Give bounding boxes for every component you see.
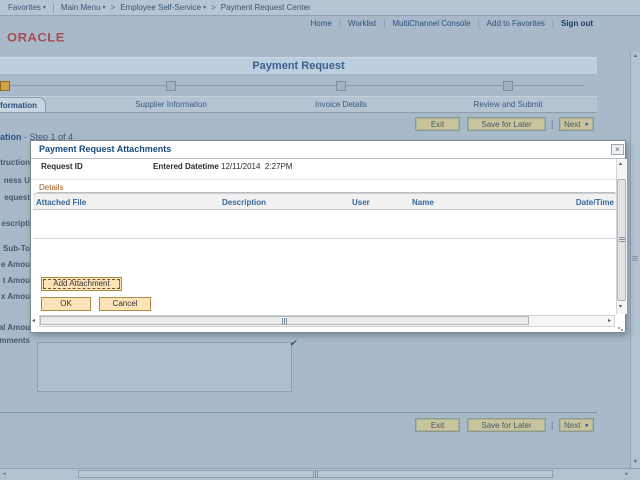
worklist-link[interactable]: Worklist	[348, 19, 376, 28]
header-links: Home | Worklist | MultiChannel Console |…	[311, 19, 593, 28]
next-arrow-icon: ▸	[585, 118, 589, 131]
bg-label-instructions: struction	[0, 158, 30, 167]
button-separator: |	[551, 119, 553, 129]
breadcrumb-separator: >	[211, 3, 216, 12]
step-indicator-1	[0, 81, 10, 91]
chevron-down-icon: ▾	[203, 5, 206, 11]
scrollbar-grip	[632, 256, 638, 257]
scrollbar-grip	[313, 471, 314, 478]
spell-check-icon[interactable]: ✔	[289, 338, 298, 349]
tab-information[interactable]: Information	[0, 97, 46, 112]
breadcrumb-separator: >	[111, 3, 116, 12]
sign-out-link[interactable]: Sign out	[561, 19, 593, 28]
next-label: Next	[564, 419, 580, 432]
exit-button-bottom[interactable]: Exit	[415, 418, 460, 432]
column-name: Name	[412, 198, 434, 207]
dialog-vertical-scroll-thumb[interactable]	[617, 179, 626, 301]
page-vertical-scrollbar[interactable]: ▲ ▼	[630, 52, 640, 468]
main-menu-label: Main Menu	[61, 3, 101, 12]
scroll-left-icon[interactable]: ◂	[32, 318, 35, 324]
chevron-down-icon: ▾	[103, 5, 106, 11]
employee-self-service-label: Employee Self-Service	[120, 3, 201, 12]
scroll-down-icon[interactable]: ▾	[619, 304, 622, 310]
page-title: Payment Request	[0, 57, 597, 75]
tab-invoice-details[interactable]: Invoice Details	[315, 100, 367, 109]
scrollbar-grip	[282, 318, 283, 325]
page-horizontal-scroll-thumb[interactable]	[78, 470, 553, 478]
close-icon[interactable]: ×	[611, 144, 624, 155]
add-attachment-button[interactable]: Add Attachment	[41, 277, 122, 291]
breadcrumb-payment-request-center[interactable]: Payment Request Center	[221, 3, 311, 12]
next-label: Next	[564, 118, 580, 131]
add-to-favorites-link[interactable]: Add to Favorites	[487, 19, 545, 28]
tab-review-and-submit[interactable]: Review and Submit	[474, 100, 543, 109]
step-heading-title: ation	[0, 132, 22, 142]
scroll-left-icon[interactable]: ◂	[3, 472, 6, 477]
bg-label-amount-2: t Amou	[3, 276, 30, 285]
next-button[interactable]: Next ▸	[559, 117, 594, 131]
grid-row-divider	[33, 238, 618, 239]
link-separator: |	[383, 19, 385, 28]
scroll-up-icon[interactable]: ▲	[633, 54, 638, 59]
button-separator: |	[551, 420, 553, 430]
dialog-title: Payment Request Attachments	[39, 144, 171, 154]
link-separator: |	[478, 19, 480, 28]
bg-label-business-unit: ness U	[4, 176, 30, 185]
bg-label-comments: omments	[0, 336, 30, 345]
comments-textarea[interactable]	[37, 342, 292, 392]
chevron-down-icon: ▾	[43, 5, 46, 11]
step-indicator-4	[503, 81, 513, 91]
step-progress-line	[0, 85, 585, 86]
attachments-grid-header: Attached File Description User Name Date…	[33, 193, 618, 210]
dialog-title-divider	[31, 158, 625, 159]
scroll-up-icon[interactable]: ▴	[619, 161, 622, 167]
next-button-bottom[interactable]: Next ▸	[559, 418, 594, 432]
entered-datetime-label: Entered Datetime	[153, 162, 219, 171]
favorites-label: Favorites	[8, 3, 41, 12]
bg-label-tax-amount: x Amou	[1, 292, 30, 301]
details-section-label: Details	[39, 183, 63, 192]
link-separator: |	[339, 19, 341, 28]
bg-label-total-amount: al Amou	[0, 323, 30, 332]
cancel-button[interactable]: Cancel	[99, 297, 151, 311]
oracle-logo: ORACLE	[7, 31, 65, 45]
column-datetime: Date/Time	[576, 198, 614, 207]
scroll-down-icon[interactable]: ▼	[633, 460, 638, 465]
dialog-section-divider	[31, 179, 625, 180]
next-arrow-icon: ▸	[585, 419, 589, 432]
breadcrumb-favorites[interactable]: Favorites ▾	[8, 3, 46, 12]
scroll-right-icon[interactable]: ▸	[608, 318, 611, 324]
payment-request-center-label: Payment Request Center	[221, 3, 311, 12]
column-attached-file: Attached File	[36, 198, 86, 207]
entered-datetime-value: 12/11/2014 2:27PM	[221, 162, 292, 171]
column-description: Description	[222, 198, 266, 207]
ok-button[interactable]: OK	[41, 297, 91, 311]
breadcrumb-employee-self-service[interactable]: Employee Self-Service ▾	[120, 3, 206, 12]
bg-label-amount-1: e Amou	[1, 260, 30, 269]
multichannel-console-link[interactable]: MultiChannel Console	[392, 19, 470, 28]
scroll-right-icon[interactable]: ▸	[625, 472, 628, 477]
breadcrumb-divider	[53, 3, 54, 13]
bottom-divider	[0, 412, 597, 413]
dialog-horizontal-scroll-thumb[interactable]	[40, 316, 529, 325]
home-link[interactable]: Home	[311, 19, 332, 28]
breadcrumb: Favorites ▾ Main Menu ▾ > Employee Self-…	[0, 0, 640, 16]
exit-button[interactable]: Exit	[415, 117, 460, 131]
save-for-later-button-bottom[interactable]: Save for Later	[467, 418, 546, 432]
save-for-later-button[interactable]: Save for Later	[467, 117, 546, 131]
breadcrumb-main-menu[interactable]: Main Menu ▾	[61, 3, 106, 12]
column-user: User	[352, 198, 370, 207]
step-indicator-3	[336, 81, 346, 91]
scrollbar-grip	[619, 237, 625, 238]
bg-label-request: equest	[4, 193, 30, 202]
resize-grip-icon[interactable]	[618, 327, 620, 329]
bg-label-subtotal: Sub-To	[3, 244, 30, 253]
step-indicator-2	[166, 81, 176, 91]
request-id-label: Request ID	[41, 162, 83, 171]
tab-supplier-information[interactable]: Supplier Information	[135, 100, 207, 109]
link-separator: |	[552, 19, 554, 28]
attachments-dialog: Payment Request Attachments × Request ID…	[30, 140, 626, 333]
bg-label-description: escripti	[2, 219, 30, 228]
